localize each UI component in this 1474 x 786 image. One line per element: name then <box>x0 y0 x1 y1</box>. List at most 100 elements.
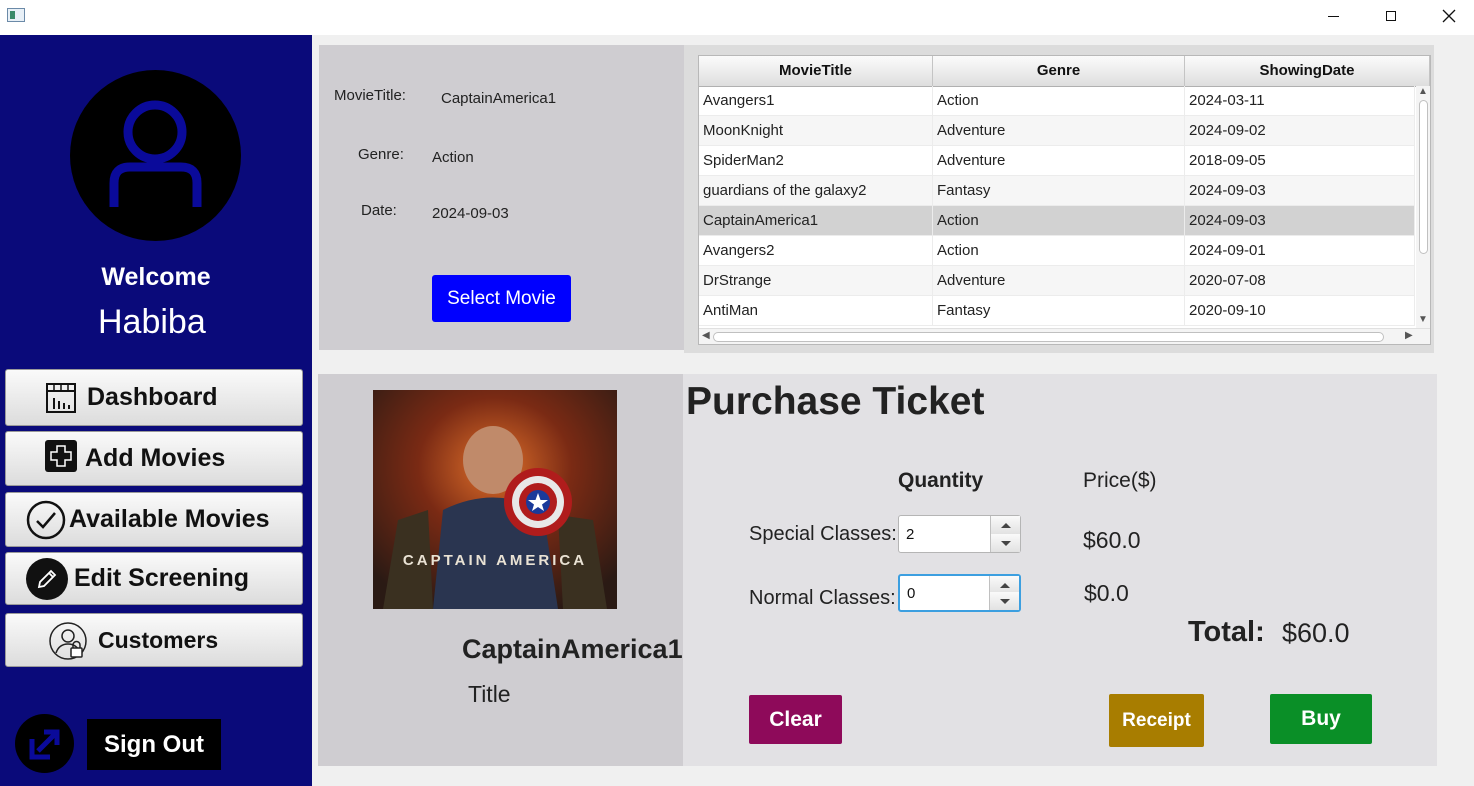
table-cell-genre: Adventure <box>933 146 1185 175</box>
table-cell-title: AntiMan <box>699 296 933 325</box>
customers-button[interactable]: Customers <box>5 613 303 667</box>
table-cell-date: 2020-07-08 <box>1185 266 1415 295</box>
add-movies-button[interactable]: Add Movies <box>5 431 303 486</box>
table-cell-genre: Action <box>933 86 1185 115</box>
minimize-button[interactable] <box>1304 0 1362 32</box>
welcome-text: Welcome <box>101 263 211 291</box>
table-row[interactable]: SpiderMan2 Adventure 2018-09-05 <box>699 146 1415 176</box>
column-header-showingdate[interactable]: ShowingDate <box>1185 56 1430 86</box>
table-cell-genre: Adventure <box>933 266 1185 295</box>
table-cell-title: DrStrange <box>699 266 933 295</box>
scroll-left-icon[interactable]: ◀ <box>702 330 710 341</box>
scroll-up-icon[interactable]: ▲ <box>1418 86 1428 97</box>
table-cell-genre: Action <box>933 236 1185 265</box>
selected-movie-name: CaptainAmerica1 <box>462 634 683 664</box>
buy-button[interactable]: Buy <box>1270 694 1372 744</box>
add-movies-label: Add Movies <box>85 444 226 472</box>
date-label: Date: <box>361 202 397 219</box>
dashboard-icon <box>46 383 76 413</box>
table-row[interactable]: MoonKnight Adventure 2024-09-02 <box>699 116 1415 146</box>
normal-classes-spinner[interactable]: 0 <box>898 574 1021 612</box>
date-value: 2024-09-03 <box>432 205 509 222</box>
total-label: Total: <box>1188 616 1265 648</box>
movie-table-panel: MovieTitle Genre ShowingDate Avangers1 A… <box>684 45 1434 353</box>
sign-out-button[interactable]: Sign Out <box>87 719 221 770</box>
table-cell-date: 2020-09-10 <box>1185 296 1415 325</box>
horizontal-scrollbar[interactable]: ◀ ▶ <box>699 328 1430 344</box>
table-cell-title: SpiderMan2 <box>699 146 933 175</box>
available-movies-button[interactable]: Available Movies <box>5 492 303 547</box>
select-movie-button[interactable]: Select Movie <box>432 275 571 322</box>
table-row[interactable]: guardians of the galaxy2 Fantasy 2024-09… <box>699 176 1415 206</box>
sidebar: Welcome Habiba Dashboard Add Movies Avai… <box>0 35 312 786</box>
maximize-button[interactable] <box>1362 0 1420 32</box>
poster-panel: CAPTAIN AMERICA CaptainAmerica1 Title <box>318 374 683 766</box>
movie-title-value: CaptainAmerica1 <box>441 90 557 107</box>
normal-price: $0.0 <box>1084 580 1129 606</box>
table-header: MovieTitle Genre ShowingDate <box>699 56 1430 87</box>
close-icon <box>1442 9 1456 23</box>
genre-value: Action <box>432 149 474 166</box>
edit-screening-button[interactable]: Edit Screening <box>5 552 303 605</box>
table-cell-genre: Action <box>933 206 1185 235</box>
minimize-icon <box>1327 15 1339 17</box>
table-cell-date: 2024-09-02 <box>1185 116 1415 145</box>
table-row[interactable]: Avangers2 Action 2024-09-01 <box>699 236 1415 266</box>
vertical-scroll-thumb[interactable] <box>1419 100 1428 254</box>
poster-caption: Title <box>468 681 511 707</box>
check-icon <box>26 500 66 540</box>
table-cell-date: 2024-03-11 <box>1185 86 1415 115</box>
maximize-icon <box>1386 11 1396 21</box>
table-cell-genre: Adventure <box>933 116 1185 145</box>
table-cell-date: 2024-09-01 <box>1185 236 1415 265</box>
column-header-movietitle[interactable]: MovieTitle <box>699 56 933 86</box>
movie-title-label: MovieTitle: <box>334 87 406 104</box>
user-icon <box>109 100 202 207</box>
movie-table: MovieTitle Genre ShowingDate Avangers1 A… <box>698 55 1431 345</box>
column-header-genre[interactable]: Genre <box>933 56 1185 86</box>
movie-details-panel: MovieTitle: CaptainAmerica1 Genre: Actio… <box>319 45 684 350</box>
total-value: $60.0 <box>1282 618 1350 648</box>
price-header: Price($) <box>1083 469 1157 492</box>
table-row-selected[interactable]: CaptainAmerica1 Action 2024-09-03 <box>699 206 1415 236</box>
table-row[interactable]: AntiMan Fantasy 2020-09-10 <box>699 296 1415 326</box>
vertical-scrollbar[interactable]: ▲ ▼ <box>1416 86 1430 328</box>
receipt-button[interactable]: Receipt <box>1109 694 1204 747</box>
customers-label: Customers <box>98 626 219 653</box>
avatar <box>70 70 241 241</box>
signout-icon <box>29 729 60 760</box>
horizontal-scroll-thumb[interactable] <box>713 332 1384 342</box>
normal-decrement-button[interactable] <box>989 592 1019 610</box>
signout-icon-button[interactable] <box>15 714 74 773</box>
pencil-icon <box>26 558 68 600</box>
special-classes-spinner[interactable]: 2 <box>898 515 1021 553</box>
special-increment-button[interactable] <box>990 516 1020 535</box>
genre-label: Genre: <box>358 146 404 163</box>
table-cell-title: CaptainAmerica1 <box>699 206 933 235</box>
edit-screening-label: Edit Screening <box>74 564 250 592</box>
table-cell-genre: Fantasy <box>933 176 1185 205</box>
movie-poster: CAPTAIN AMERICA <box>373 390 617 609</box>
table-cell-date: 2018-09-05 <box>1185 146 1415 175</box>
chevron-down-icon <box>1000 540 1011 546</box>
table-row[interactable]: DrStrange Adventure 2020-07-08 <box>699 266 1415 296</box>
poster-title-text: CAPTAIN AMERICA <box>402 552 588 569</box>
normal-classes-value[interactable]: 0 <box>907 576 915 610</box>
scroll-right-icon[interactable]: ▶ <box>1405 330 1413 341</box>
table-cell-title: guardians of the galaxy2 <box>699 176 933 205</box>
close-button[interactable] <box>1420 0 1474 32</box>
customers-icon <box>49 622 87 660</box>
dashboard-button[interactable]: Dashboard <box>5 369 303 426</box>
special-classes-value[interactable]: 2 <box>906 516 914 552</box>
quantity-header: Quantity <box>898 469 984 492</box>
clear-button[interactable]: Clear <box>749 695 842 744</box>
chevron-up-icon <box>999 582 1010 588</box>
purchase-title: Purchase Ticket <box>686 380 985 423</box>
scroll-down-icon[interactable]: ▼ <box>1418 314 1428 325</box>
purchase-panel: Purchase Ticket Quantity Price($) Specia… <box>683 374 1437 766</box>
table-cell-title: Avangers2 <box>699 236 933 265</box>
table-row[interactable]: Avangers1 Action 2024-03-11 <box>699 86 1415 116</box>
normal-classes-label: Normal Classes: <box>749 587 896 609</box>
username: Habiba <box>98 303 206 341</box>
special-decrement-button[interactable] <box>990 534 1020 552</box>
